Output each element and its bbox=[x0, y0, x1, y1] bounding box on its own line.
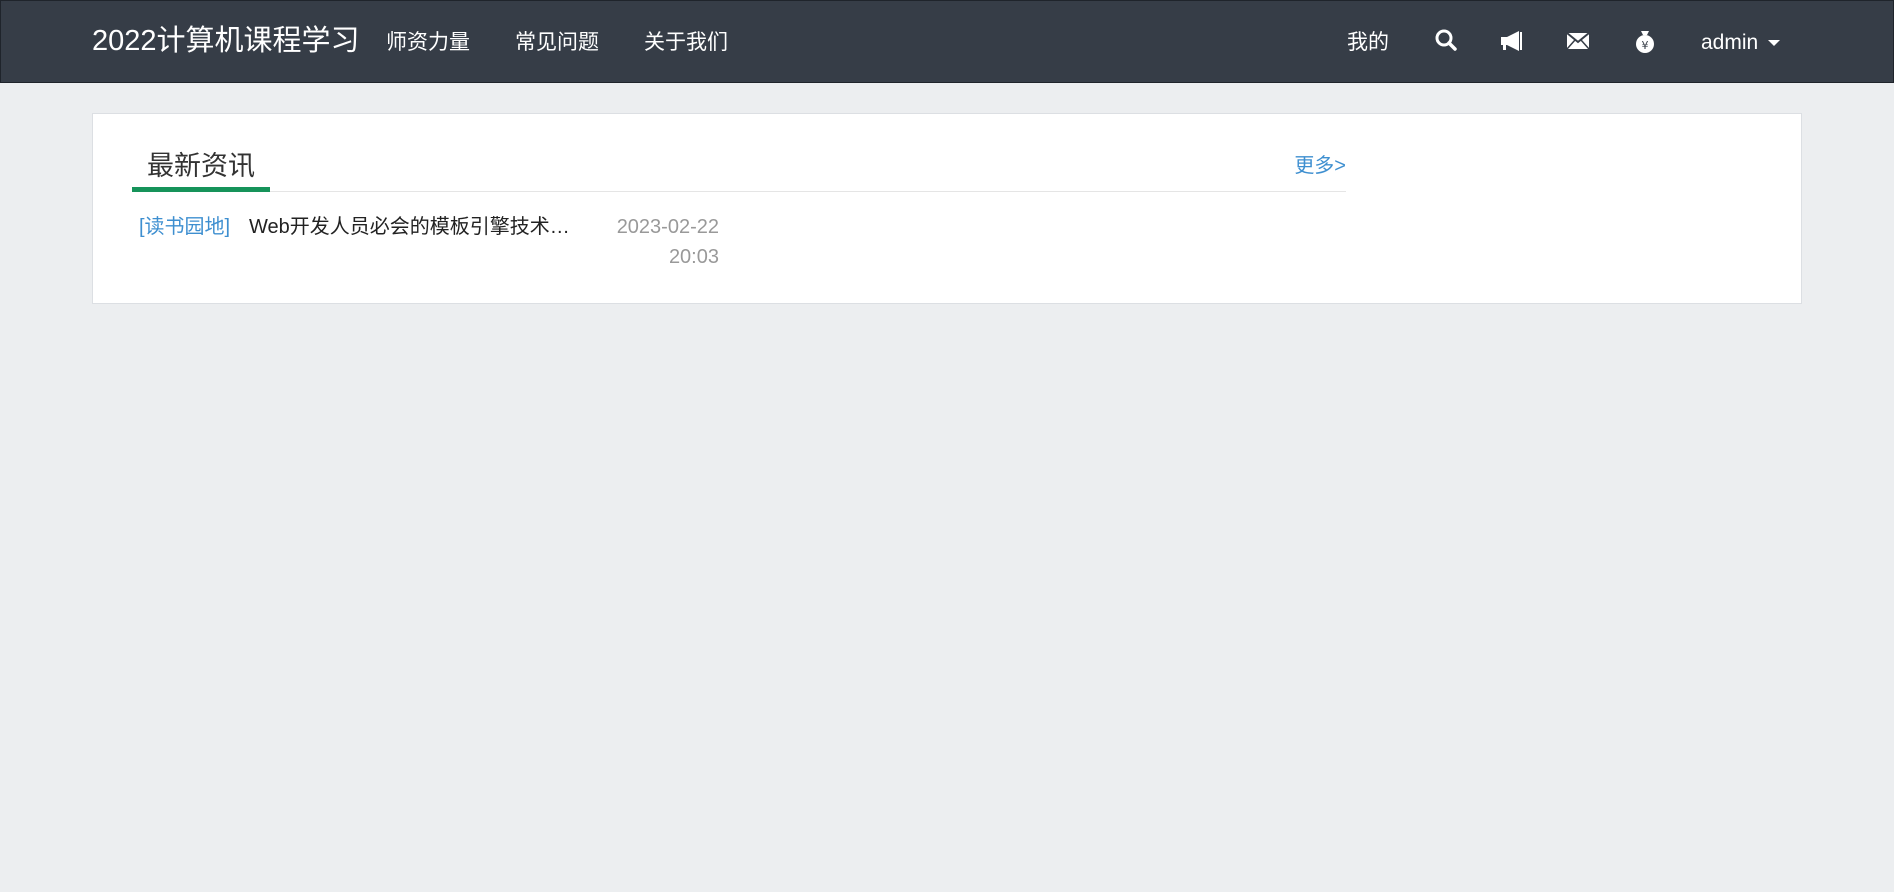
user-menu[interactable]: admin bbox=[1701, 29, 1781, 57]
news-date: 2023-02-22 20:03 bbox=[599, 212, 719, 272]
megaphone-icon[interactable] bbox=[1498, 27, 1526, 55]
envelope-icon[interactable] bbox=[1564, 27, 1592, 55]
title-underline bbox=[132, 187, 270, 192]
money-bag-icon[interactable]: ¥ bbox=[1631, 27, 1659, 55]
news-section-title: 最新资讯 bbox=[147, 151, 255, 181]
more-link[interactable]: 更多> bbox=[1294, 152, 1346, 180]
caret-down-icon bbox=[1768, 40, 1781, 47]
news-list-item[interactable]: [读书园地] Web开发人员必会的模板引擎技术… 2023-02-22 20:0… bbox=[139, 212, 779, 272]
brand-title[interactable]: 2022计算机课程学习 bbox=[92, 23, 360, 59]
nav-link-about[interactable]: 关于我们 bbox=[644, 29, 728, 57]
news-category[interactable]: [读书园地] bbox=[139, 212, 230, 242]
news-date-time: 20:03 bbox=[668, 246, 719, 268]
search-icon[interactable] bbox=[1432, 27, 1460, 55]
news-section-header: 最新资讯 更多> bbox=[132, 148, 1346, 192]
username-label: admin bbox=[1701, 31, 1759, 54]
news-panel: 最新资讯 更多> [读书园地] Web开发人员必会的模板引擎技术… 2023-0… bbox=[92, 113, 1802, 304]
svg-text:¥: ¥ bbox=[1642, 39, 1649, 52]
news-date-day: 2023-02-22 bbox=[616, 216, 719, 238]
news-title[interactable]: Web开发人员必会的模板引擎技术… bbox=[249, 212, 589, 242]
nav-link-faculty[interactable]: 师资力量 bbox=[386, 29, 470, 57]
nav-link-faq[interactable]: 常见问题 bbox=[515, 29, 599, 57]
nav-link-mine[interactable]: 我的 bbox=[1347, 29, 1389, 57]
top-navbar: 2022计算机课程学习 师资力量 常见问题 关于我们 我的 ¥ admin bbox=[0, 0, 1894, 83]
